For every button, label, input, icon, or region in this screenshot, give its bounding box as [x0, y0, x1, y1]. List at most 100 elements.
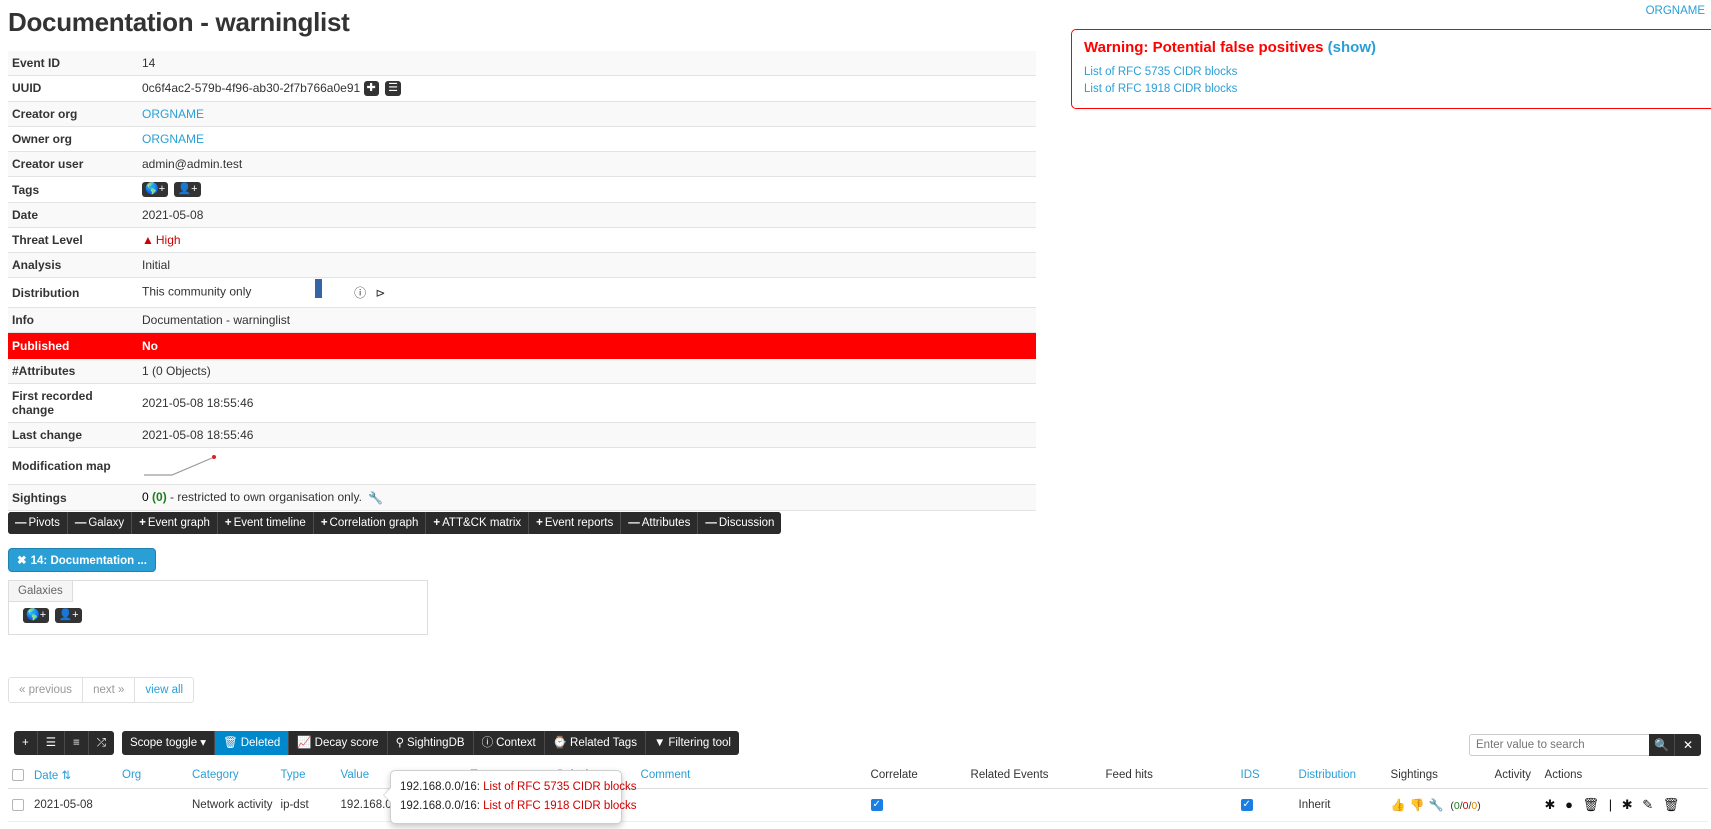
table-row: Event ID 14	[8, 50, 1036, 76]
thumbs-down-icon[interactable]: 👎	[1409, 798, 1424, 812]
indent-view-button[interactable]: ≡	[65, 731, 89, 755]
header-ids[interactable]: IDS	[1236, 764, 1295, 789]
minus-icon: —	[705, 517, 717, 529]
row-value: admin@admin.test	[142, 156, 243, 171]
trash-icon[interactable]: 🗑	[1663, 797, 1683, 812]
header-category[interactable]: Category	[188, 764, 277, 789]
filtering-tool-button[interactable]: ▼ Filtering tool	[646, 731, 739, 755]
header-activity: Activity	[1490, 764, 1541, 789]
add-icon[interactable]: ✚	[363, 80, 379, 96]
shuffle-view-button[interactable]: ⤮	[89, 731, 114, 755]
popover-list-name: List of RFC 5735 CIDR blocks	[483, 781, 637, 793]
list-view-button[interactable]: ☰	[38, 731, 66, 755]
pager-next[interactable]: next »	[83, 678, 136, 702]
search-icon[interactable]: 🔍	[1649, 734, 1675, 756]
nav-pill-label: Event graph	[147, 517, 210, 529]
add-galaxy-tag-icon[interactable]: 🌎️+	[142, 182, 169, 198]
comment-bubble-icon[interactable]: ●	[1565, 797, 1576, 812]
add-local-galaxy-icon[interactable]: 👤+	[55, 608, 82, 624]
header-comment[interactable]: Comment	[636, 764, 867, 789]
thumbs-up-icon[interactable]: 👍	[1391, 798, 1406, 812]
event-section-nav: — Pivots — Galaxy + Event graph + Event time…	[8, 512, 782, 534]
tags-branch-icon: ⌚	[552, 737, 568, 749]
galaxies-tab-label[interactable]: Galaxies	[9, 581, 73, 602]
cell-activity	[1490, 788, 1541, 822]
table-row: Last change 2021-05-08 18:55:46	[8, 422, 1036, 448]
header-distribution[interactable]: Distribution	[1294, 764, 1387, 789]
select-all-checkbox[interactable]	[12, 768, 24, 781]
add-attribute-button[interactable]: +	[14, 731, 38, 755]
creator-org-link[interactable]: ORGNAME	[142, 107, 204, 121]
nav-pill-discussion[interactable]: — Discussion	[698, 512, 782, 534]
owner-org-link[interactable]: ORGNAME	[142, 132, 204, 146]
nav-pill-pivots[interactable]: — Pivots	[8, 512, 68, 534]
nav-pill-event-reports[interactable]: + Event reports	[529, 512, 622, 534]
asterisk-icon[interactable]: ✱	[1545, 797, 1559, 812]
deleted-filter-button[interactable]: 🗑 Deleted	[215, 731, 290, 755]
pivot-chip-event-14[interactable]: ✖ 14: Documentation ...	[8, 548, 156, 572]
row-value	[138, 448, 1036, 485]
table-row: Analysis Initial	[8, 252, 1036, 278]
nav-pill-label: Pivots	[28, 517, 60, 529]
cell-date: 2021-05-08	[30, 788, 118, 822]
distribution-level-bar-icon	[314, 279, 322, 299]
header-org[interactable]: Org	[118, 764, 188, 789]
header-correlate: Correlate	[866, 764, 967, 789]
row-key: #Attributes	[12, 364, 76, 379]
row-select-cell	[8, 788, 30, 822]
sightingdb-button[interactable]: ⚲ SightingDB	[388, 731, 474, 755]
ids-checkbox[interactable]	[1240, 798, 1253, 812]
decay-score-button[interactable]: 📈 Decay score	[289, 731, 388, 755]
row-select-checkbox[interactable]	[12, 798, 24, 811]
add-galaxy-cluster-icon[interactable]: 🌎️+	[23, 608, 50, 624]
nav-pill-attributes[interactable]: — Attributes	[621, 512, 699, 534]
edit-icon[interactable]: ✎	[1642, 797, 1656, 812]
warning-title-text: Warning: Potential false positives	[1084, 39, 1324, 56]
add-local-tag-icon[interactable]: 👤+	[174, 182, 201, 198]
context-button[interactable]: ⓘ Context	[474, 731, 545, 755]
share-icon[interactable]: ⊳	[375, 286, 385, 300]
topbar-org-link[interactable]: ORGNAME	[1646, 5, 1705, 17]
nav-pill-correlation-graph[interactable]: + Correlation graph	[313, 512, 427, 534]
nav-pill-event-timeline[interactable]: + Event timeline	[217, 512, 314, 534]
binoculars-icon: ⚲	[395, 737, 405, 749]
warning-title: Warning: Potential false positives (show…	[1084, 39, 1711, 56]
row-key: UUID	[12, 81, 42, 96]
search-input[interactable]	[1469, 734, 1649, 756]
wrench-icon[interactable]: 🔧	[368, 491, 383, 505]
pager-view-all[interactable]: view all	[135, 678, 194, 702]
galaxies-body: 🌎️+ 👤+	[9, 602, 427, 624]
related-tags-button[interactable]: ⌚ Related Tags	[545, 731, 646, 755]
nav-pill-event-graph[interactable]: + Event graph	[132, 512, 218, 534]
table-row: Tags 🌎️+ 👤+	[8, 176, 1036, 203]
clear-search-icon[interactable]: ✕	[1675, 734, 1701, 756]
scope-toggle-button[interactable]: Scope toggle ▾	[122, 731, 216, 755]
warning-list-link-0[interactable]: List of RFC 5735 CIDR blocks	[1084, 64, 1711, 81]
cell-actions: ✱ ● 🗑 | ✱ ✎ 🗑	[1540, 788, 1708, 822]
row-key: Event ID	[12, 55, 61, 70]
close-icon[interactable]: ✖	[17, 555, 27, 567]
published-value: No	[142, 339, 158, 354]
cell-distribution: Inherit	[1294, 788, 1387, 822]
warning-show-toggle[interactable]: (show)	[1328, 39, 1376, 56]
plus-icon: +	[320, 517, 328, 529]
row-key: Published	[12, 339, 70, 354]
wrench-icon[interactable]: 🔧	[1428, 798, 1443, 812]
propose-icon[interactable]: ✱	[1622, 797, 1636, 812]
header-actions: Actions	[1540, 764, 1708, 789]
header-date[interactable]: Date ⇅	[30, 764, 118, 789]
warning-list-link-1[interactable]: List of RFC 1918 CIDR blocks	[1084, 81, 1711, 98]
correlate-checkbox[interactable]	[870, 798, 883, 812]
nav-pill-attack-matrix[interactable]: + ATT&CK matrix	[426, 512, 530, 534]
info-icon[interactable]: ⓘ	[354, 286, 366, 300]
row-key: Creator user	[12, 156, 84, 171]
info-icon: ⓘ	[481, 737, 494, 749]
nav-pill-galaxy[interactable]: — Galaxy	[67, 512, 133, 534]
server-list-icon[interactable]: ☰	[385, 80, 401, 96]
header-type[interactable]: Type	[276, 764, 337, 789]
pager-previous[interactable]: « previous	[9, 678, 84, 702]
delete-icon[interactable]: 🗑	[1583, 797, 1603, 812]
cell-related-events	[966, 788, 1102, 822]
cell-feed-hits	[1101, 788, 1237, 822]
plus-icon: +	[224, 517, 232, 529]
